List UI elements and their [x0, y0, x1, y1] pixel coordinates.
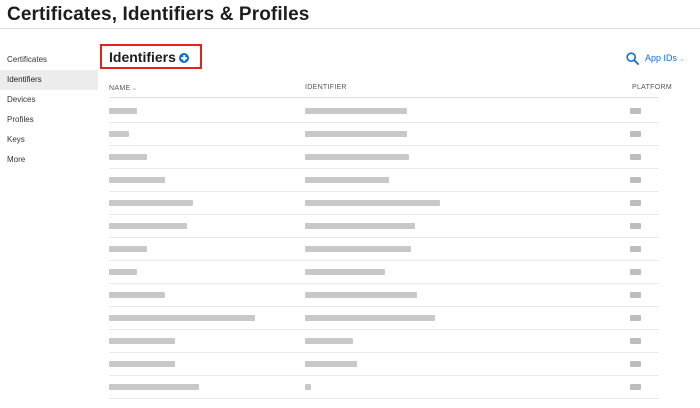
redacted-identifier [305, 315, 435, 321]
redacted-identifier [305, 200, 440, 206]
redacted-identifier [305, 269, 385, 275]
redacted-name [109, 246, 147, 252]
filter-label: App IDs [645, 53, 678, 63]
search-icon[interactable] [626, 52, 639, 65]
table-row[interactable] [109, 100, 689, 123]
redacted-platform [630, 384, 641, 390]
sidebar-item-identifiers[interactable]: Identifiers [0, 70, 98, 90]
app-ids-filter-dropdown[interactable]: App IDs ⌄ [645, 52, 685, 65]
sidebar-item-profiles[interactable]: Profiles [0, 110, 98, 130]
table-row[interactable] [109, 215, 689, 238]
table-row[interactable] [109, 261, 689, 284]
table-row[interactable] [109, 307, 689, 330]
redacted-platform [630, 292, 641, 298]
chevron-down-icon: ⌄ [679, 56, 685, 63]
redacted-identifier [305, 177, 389, 183]
redacted-platform [630, 246, 641, 252]
sidebar-item-keys[interactable]: Keys [0, 130, 98, 150]
column-header-name-label: NAME [109, 85, 131, 92]
redacted-name [109, 269, 137, 275]
table-row[interactable] [109, 353, 689, 376]
redacted-platform [630, 131, 641, 137]
table-row[interactable] [109, 123, 689, 146]
redacted-name [109, 384, 199, 390]
identifiers-table-body [109, 100, 689, 399]
redacted-identifier [305, 384, 311, 390]
table-row[interactable] [109, 146, 689, 169]
redacted-platform [630, 315, 641, 321]
header-divider [109, 97, 659, 98]
column-header-platform: PLATFORM [632, 84, 672, 91]
redacted-identifier [305, 292, 417, 298]
redacted-identifier [305, 108, 407, 114]
sidebar-item-more[interactable]: More [0, 150, 98, 170]
sidebar-nav: Certificates Identifiers Devices Profile… [0, 50, 98, 170]
column-header-name[interactable]: NAME⌄ [109, 84, 138, 92]
redacted-platform [630, 177, 641, 183]
redacted-name [109, 223, 187, 229]
redacted-platform [630, 154, 641, 160]
redacted-platform [630, 338, 641, 344]
table-row[interactable] [109, 376, 689, 399]
redacted-platform [630, 200, 641, 206]
redacted-name [109, 131, 129, 137]
redacted-name [109, 361, 175, 367]
redacted-identifier [305, 246, 411, 252]
table-row[interactable] [109, 330, 689, 353]
redacted-identifier [305, 223, 415, 229]
redacted-identifier [305, 154, 409, 160]
table-row[interactable] [109, 192, 689, 215]
redacted-platform [630, 361, 641, 367]
title-divider [0, 28, 700, 29]
table-row[interactable] [109, 169, 689, 192]
redacted-identifier [305, 361, 357, 367]
redacted-name [109, 177, 165, 183]
redacted-name [109, 315, 255, 321]
redacted-name [109, 108, 137, 114]
redacted-identifier [305, 131, 407, 137]
sidebar-item-certificates[interactable]: Certificates [0, 50, 98, 70]
redacted-platform [630, 108, 641, 114]
page-title: Certificates, Identifiers & Profiles [7, 4, 310, 25]
highlight-box [100, 44, 202, 69]
redacted-name [109, 338, 175, 344]
redacted-platform [630, 269, 641, 275]
sort-chevron-icon: ⌄ [131, 85, 138, 92]
table-row[interactable] [109, 238, 689, 261]
sidebar-item-devices[interactable]: Devices [0, 90, 98, 110]
redacted-platform [630, 223, 641, 229]
redacted-name [109, 154, 147, 160]
redacted-identifier [305, 338, 353, 344]
column-header-identifier: IDENTIFIER [305, 84, 347, 91]
table-row[interactable] [109, 284, 689, 307]
redacted-name [109, 200, 193, 206]
redacted-name [109, 292, 165, 298]
